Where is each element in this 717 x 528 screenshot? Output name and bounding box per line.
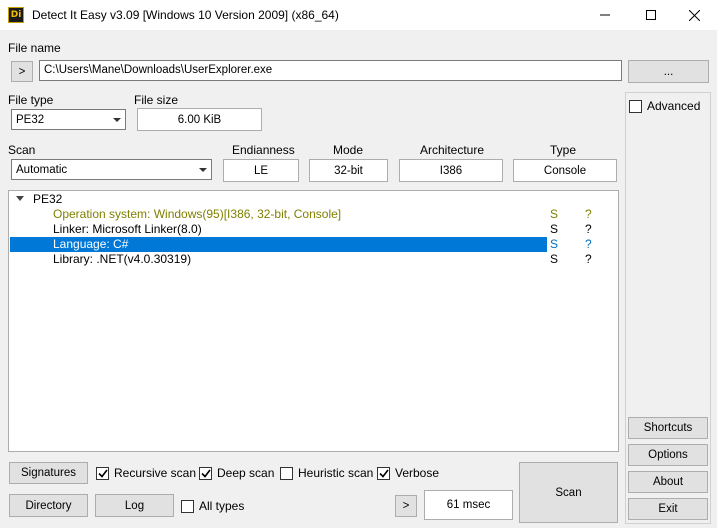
options-button[interactable]: Options	[628, 444, 708, 466]
all-types-label: All types	[199, 499, 245, 513]
tree-item-q[interactable]: ?	[585, 207, 592, 222]
verbose-checkbox-box[interactable]	[377, 466, 390, 480]
heuristic-scan-checkbox[interactable]: Heuristic scan	[280, 466, 373, 480]
heuristic-scan-checkbox-box[interactable]	[280, 466, 293, 480]
close-icon	[688, 9, 700, 21]
log-button[interactable]: Log	[95, 494, 174, 517]
exit-button[interactable]: Exit	[628, 498, 708, 520]
recursive-scan-checkbox-box[interactable]	[96, 466, 109, 480]
advanced-checkbox[interactable]: Advanced	[629, 99, 700, 113]
tree-item-text: Linker: Microsoft Linker(8.0)	[53, 222, 202, 236]
advanced-label: Advanced	[647, 99, 701, 113]
checkmark-icon	[97, 469, 108, 478]
all-types-checkbox[interactable]: All types	[181, 499, 244, 513]
tree-item-row[interactable]: Library: .NET(v4.0.30319) S ?	[9, 252, 618, 267]
architecture-value: I386	[399, 159, 503, 182]
shortcuts-button[interactable]: Shortcuts	[628, 417, 708, 439]
endianness-value: LE	[223, 159, 299, 182]
scan-button[interactable]: Scan	[519, 462, 618, 523]
elapsed-time: 61 msec	[424, 490, 513, 520]
minimize-icon	[600, 14, 610, 16]
heuristic-scan-label: Heuristic scan	[298, 466, 374, 480]
about-button[interactable]: About	[628, 471, 708, 493]
mode-label: Mode	[333, 143, 364, 157]
tree-item-text: Operation system: Windows(95)[I386, 32-b…	[53, 207, 342, 221]
recursive-scan-label: Recursive scan	[114, 466, 197, 480]
file-size-label: File size	[134, 93, 179, 107]
architecture-label: Architecture	[420, 143, 485, 157]
directory-button[interactable]: Directory	[9, 494, 88, 517]
tree-item-s[interactable]: S	[550, 207, 558, 222]
app-icon: Di	[8, 7, 24, 23]
next-arrow-button[interactable]: >	[395, 495, 417, 517]
tree-item-q[interactable]: ?	[585, 252, 592, 267]
tree-root-label: PE32	[33, 192, 63, 206]
tree-root-row[interactable]: PE32	[9, 192, 618, 207]
tree-item-s[interactable]: S	[550, 237, 558, 252]
checkmark-icon	[200, 469, 211, 478]
tree-item-text: Library: .NET(v4.0.30319)	[53, 252, 192, 266]
deep-scan-checkbox[interactable]: Deep scan	[199, 466, 274, 480]
verbose-checkbox[interactable]: Verbose	[377, 466, 439, 480]
tree-item-s[interactable]: S	[550, 222, 558, 237]
signatures-button[interactable]: Signatures	[9, 462, 88, 484]
all-types-checkbox-box[interactable]	[181, 499, 194, 513]
tree-item-row-selected[interactable]: Language: C# S ?	[9, 237, 618, 252]
scan-label: Scan	[8, 143, 36, 157]
maximize-button[interactable]	[628, 0, 674, 30]
type-value: Console	[513, 159, 617, 182]
deep-scan-checkbox-box[interactable]	[199, 466, 212, 480]
file-path-field[interactable]: C:\Users\Mane\Downloads\UserExplorer.exe	[39, 60, 622, 81]
tree-item-q[interactable]: ?	[585, 237, 592, 252]
checkmark-icon	[378, 469, 389, 478]
tree-item-row[interactable]: Operation system: Windows(95)[I386, 32-b…	[9, 207, 618, 222]
mode-value: 32-bit	[309, 159, 388, 182]
file-type-label: File type	[8, 93, 54, 107]
advanced-checkbox-box[interactable]	[629, 99, 642, 113]
tree-item-s[interactable]: S	[550, 252, 558, 267]
chevron-down-icon	[113, 117, 121, 122]
endianness-label: Endianness	[232, 143, 295, 157]
window-title: Detect It Easy v3.09 [Windows 10 Version…	[32, 8, 339, 22]
file-size-value: 6.00 KiB	[137, 108, 262, 131]
browse-button[interactable]: ...	[628, 60, 709, 83]
close-button[interactable]	[671, 0, 717, 30]
file-name-label: File name	[8, 41, 61, 55]
verbose-label: Verbose	[395, 466, 440, 480]
results-tree[interactable]: PE32 Operation system: Windows(95)[I386,…	[8, 190, 619, 452]
file-type-value: PE32	[16, 113, 45, 126]
tree-item-row[interactable]: Linker: Microsoft Linker(8.0) S ?	[9, 222, 618, 237]
tree-item-q[interactable]: ?	[585, 222, 592, 237]
caret-down-icon[interactable]	[16, 196, 24, 202]
chevron-down-icon	[199, 167, 207, 172]
title-bar: Di Detect It Easy v3.09 [Windows 10 Vers…	[0, 0, 717, 30]
minimize-button[interactable]	[582, 0, 628, 30]
scan-mode-value: Automatic	[16, 163, 68, 176]
file-type-select[interactable]: PE32	[11, 109, 126, 130]
deep-scan-label: Deep scan	[217, 466, 275, 480]
recursive-scan-checkbox[interactable]: Recursive scan	[96, 466, 196, 480]
file-menu-arrow-button[interactable]: >	[11, 61, 33, 82]
type-label: Type	[550, 143, 577, 157]
tree-item-text: Language: C#	[53, 237, 129, 251]
maximize-icon	[646, 10, 656, 20]
scan-mode-select[interactable]: Automatic	[11, 159, 212, 180]
